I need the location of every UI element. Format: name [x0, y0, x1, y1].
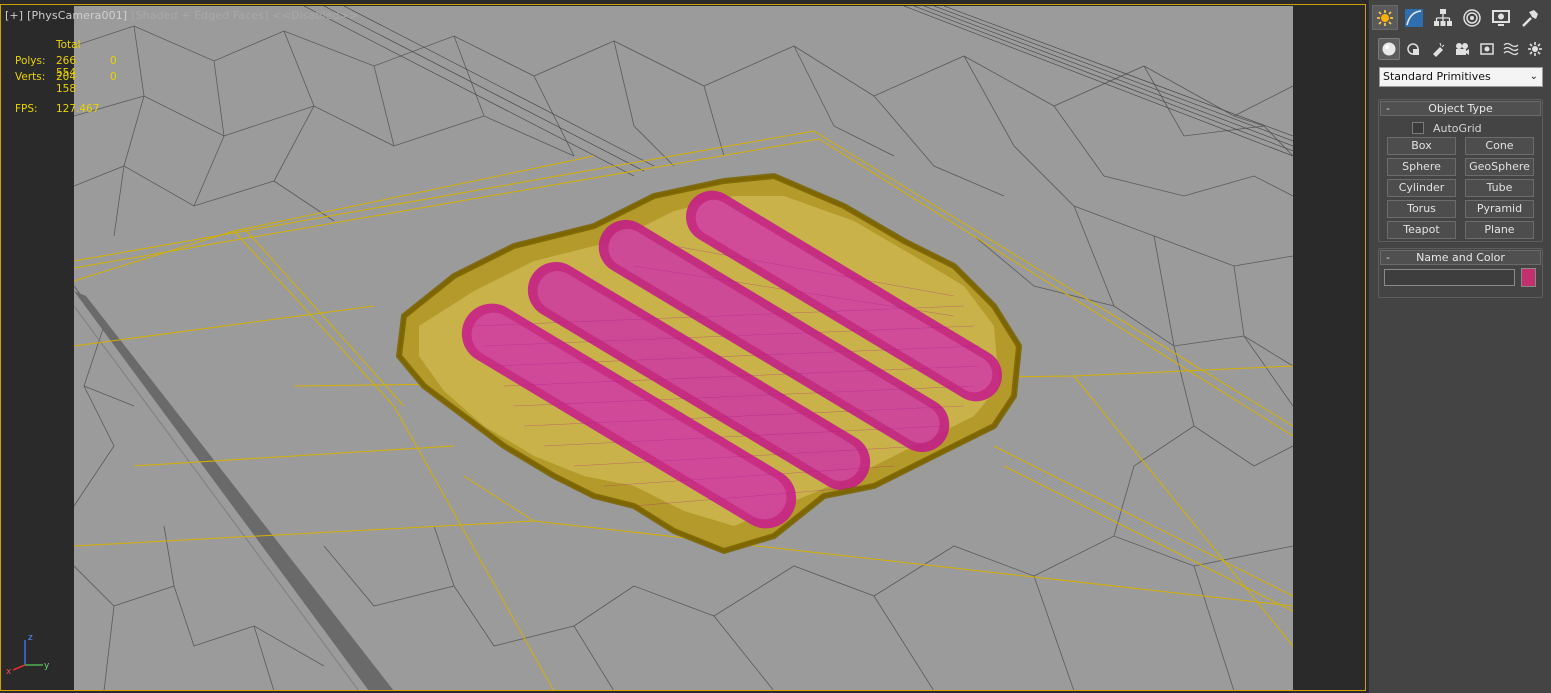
spacewarps-icon — [1503, 42, 1519, 56]
perspective-viewport[interactable]: [+] [PhysCamera001] [Shaded + Edged Faces]… — [0, 0, 1368, 693]
verts-selected: 0 — [110, 71, 117, 83]
category-dropdown-value: Standard Primitives — [1383, 70, 1491, 83]
modify-icon — [1405, 8, 1423, 27]
sphere-button[interactable]: Sphere — [1387, 158, 1456, 176]
geometry-icon — [1382, 42, 1396, 56]
hierarchy-tab[interactable] — [1430, 5, 1456, 30]
create-tab[interactable] — [1372, 5, 1398, 30]
cameras-button[interactable] — [1451, 38, 1473, 60]
fps-value: 127.467 — [56, 103, 100, 115]
teapot-button[interactable]: Teapot — [1387, 221, 1456, 239]
torus-button[interactable]: Torus — [1387, 200, 1456, 218]
shapes-button[interactable] — [1402, 38, 1424, 60]
modify-tab[interactable] — [1401, 5, 1427, 30]
axis-x-label: x — [6, 667, 12, 675]
systems-button[interactable] — [1524, 38, 1546, 60]
name-and-color-title: Name and Color — [1416, 251, 1505, 264]
object-name-field[interactable] — [1384, 269, 1515, 286]
scene-wireframe — [74, 6, 1293, 691]
ridge-mesh — [303, 6, 1293, 177]
command-panel-tabs — [1369, 5, 1551, 31]
viewport-shading[interactable]: [Shaded + Edged Faces] — [131, 9, 268, 22]
rollout-collapse-icon: - — [1386, 102, 1390, 115]
polys-label: Polys: — [15, 55, 46, 67]
helpers-button[interactable] — [1476, 38, 1498, 60]
rollout-collapse-icon: - — [1386, 251, 1390, 264]
create-icon — [1377, 9, 1393, 26]
autogrid-label: AutoGrid — [1433, 122, 1482, 135]
plane-button[interactable]: Plane — [1465, 221, 1534, 239]
verts-label: Verts: — [15, 71, 46, 83]
cameras-icon — [1456, 43, 1469, 55]
motion-tab[interactable] — [1459, 5, 1485, 30]
display-tab[interactable] — [1488, 5, 1514, 30]
command-panel: Standard Primitives ⌄ - Object Type Auto… — [1368, 0, 1551, 693]
systems-icon — [1528, 42, 1542, 56]
axis-y-label: y — [44, 661, 50, 671]
box-button[interactable]: Box — [1387, 137, 1456, 155]
scene-render[interactable] — [74, 6, 1293, 691]
lights-icon — [1433, 42, 1445, 57]
shapes-icon — [1407, 43, 1419, 55]
object-color-swatch[interactable] — [1521, 268, 1536, 287]
helpers-icon — [1480, 43, 1494, 55]
display-icon — [1492, 9, 1510, 26]
viewport-label[interactable]: [+] [PhysCamera001] [Shaded + Edged Faces]… — [5, 9, 362, 22]
axis-tripod-icon: z y x — [6, 633, 50, 675]
create-subcategories — [1377, 38, 1547, 62]
autogrid-box[interactable] — [1412, 122, 1424, 134]
object-type-title: Object Type — [1428, 102, 1493, 115]
name-and-color-rollout: - Name and Color — [1378, 248, 1543, 298]
utilities-tab[interactable] — [1517, 5, 1543, 30]
viewport-menu[interactable]: [+] — [5, 9, 23, 22]
cylinder-button[interactable]: Cylinder — [1387, 179, 1456, 197]
lights-button[interactable] — [1427, 38, 1449, 60]
pyramid-button[interactable]: Pyramid — [1465, 200, 1534, 218]
cone-button[interactable]: Cone — [1465, 137, 1534, 155]
object-type-header[interactable]: - Object Type — [1380, 101, 1541, 116]
verts-value: 204 158 — [56, 71, 77, 95]
autogrid-checkbox[interactable]: AutoGrid — [1412, 122, 1482, 136]
fps-label: FPS: — [15, 103, 38, 115]
chevron-down-icon: ⌄ — [1529, 71, 1538, 82]
stats-header: Total — [56, 39, 81, 51]
object-type-rollout: - Object Type AutoGrid Box Cone Sphere G… — [1378, 99, 1543, 242]
hierarchy-icon — [1434, 8, 1452, 26]
utilities-icon — [1522, 9, 1538, 27]
viewport-camera[interactable]: [PhysCamera001] — [27, 9, 127, 22]
category-dropdown[interactable]: Standard Primitives ⌄ — [1379, 67, 1543, 87]
polys-selected: 0 — [110, 55, 117, 67]
axis-z-label: z — [28, 633, 33, 643]
geometry-button[interactable] — [1378, 38, 1400, 60]
tube-button[interactable]: Tube — [1465, 179, 1534, 197]
road-strip — [74, 291, 394, 691]
viewport-effects[interactable]: <<Disabled>> — [272, 9, 358, 22]
geosphere-button[interactable]: GeoSphere — [1465, 158, 1534, 176]
name-and-color-header[interactable]: - Name and Color — [1380, 250, 1541, 265]
spacewarps-button[interactable] — [1500, 38, 1522, 60]
motion-icon — [1463, 8, 1481, 27]
